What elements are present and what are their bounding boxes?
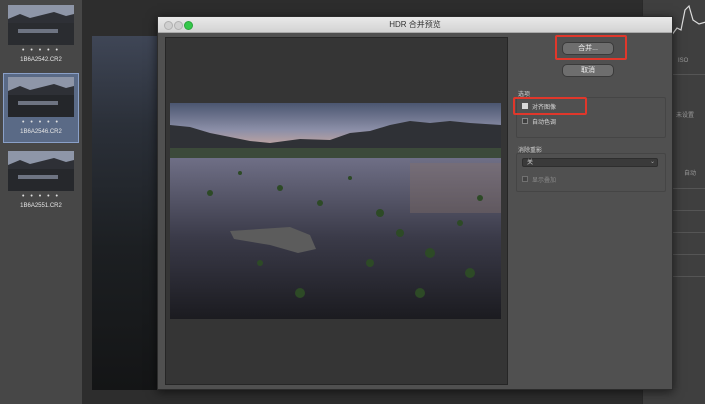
auto-tone-label: 自动色调 bbox=[532, 120, 557, 126]
divider bbox=[668, 188, 705, 189]
deghost-select[interactable]: 关 bbox=[522, 158, 658, 167]
auto-tone-checkbox[interactable] bbox=[522, 118, 528, 124]
file-name: 1B6A2551.CR2 bbox=[20, 203, 62, 209]
show-overlay-checkbox[interactable] bbox=[522, 176, 528, 182]
dialog-title: HDR 合并预览 bbox=[389, 20, 441, 29]
rating-stars[interactable]: • • • • • bbox=[4, 47, 78, 54]
thumbnail bbox=[8, 77, 74, 117]
preview-image bbox=[170, 103, 501, 319]
file-name: 1B6A2542.CR2 bbox=[20, 57, 62, 63]
panel-label: 自动 bbox=[684, 171, 697, 177]
filmstrip-item[interactable]: • • • • • 1B6A2542.CR2 bbox=[4, 2, 78, 70]
panel-label: ISO bbox=[678, 58, 689, 64]
deghost-value: 关 bbox=[527, 160, 534, 166]
rating-stars[interactable]: • • • • • bbox=[4, 119, 78, 126]
divider bbox=[668, 74, 705, 75]
show-overlay-label: 显示叠加 bbox=[532, 178, 557, 184]
merge-button[interactable]: 合并... bbox=[562, 42, 614, 55]
align-images-checkbox[interactable] bbox=[522, 103, 528, 109]
background-image bbox=[92, 36, 162, 390]
cancel-button[interactable]: 取消 bbox=[562, 64, 614, 77]
file-name: 1B6A2546.CR2 bbox=[20, 129, 62, 135]
divider bbox=[668, 232, 705, 233]
thumbnail bbox=[8, 151, 74, 191]
align-images-label: 对齐图像 bbox=[532, 105, 557, 111]
thumbnail bbox=[8, 5, 74, 45]
filmstrip: • • • • • 1B6A2542.CR2 • • • • • 1B6A254… bbox=[0, 0, 83, 404]
panel-label: 未设置 bbox=[676, 113, 695, 119]
rating-stars[interactable]: • • • • • bbox=[4, 193, 78, 200]
divider bbox=[668, 254, 705, 255]
hdr-merge-dialog: HDR 合并预览 合并... 取消 选项 对齐图像 自动色调 消除重影 关 ⌄ … bbox=[157, 16, 673, 390]
divider bbox=[668, 210, 705, 211]
chevron-down-icon: ⌄ bbox=[650, 159, 656, 165]
filmstrip-item-selected[interactable]: • • • • • 1B6A2546.CR2 bbox=[3, 73, 79, 143]
filmstrip-item[interactable]: • • • • • 1B6A2551.CR2 bbox=[4, 148, 78, 216]
divider bbox=[668, 276, 705, 277]
title-bar: HDR 合并预览 bbox=[158, 17, 672, 33]
preview-area bbox=[165, 37, 508, 385]
